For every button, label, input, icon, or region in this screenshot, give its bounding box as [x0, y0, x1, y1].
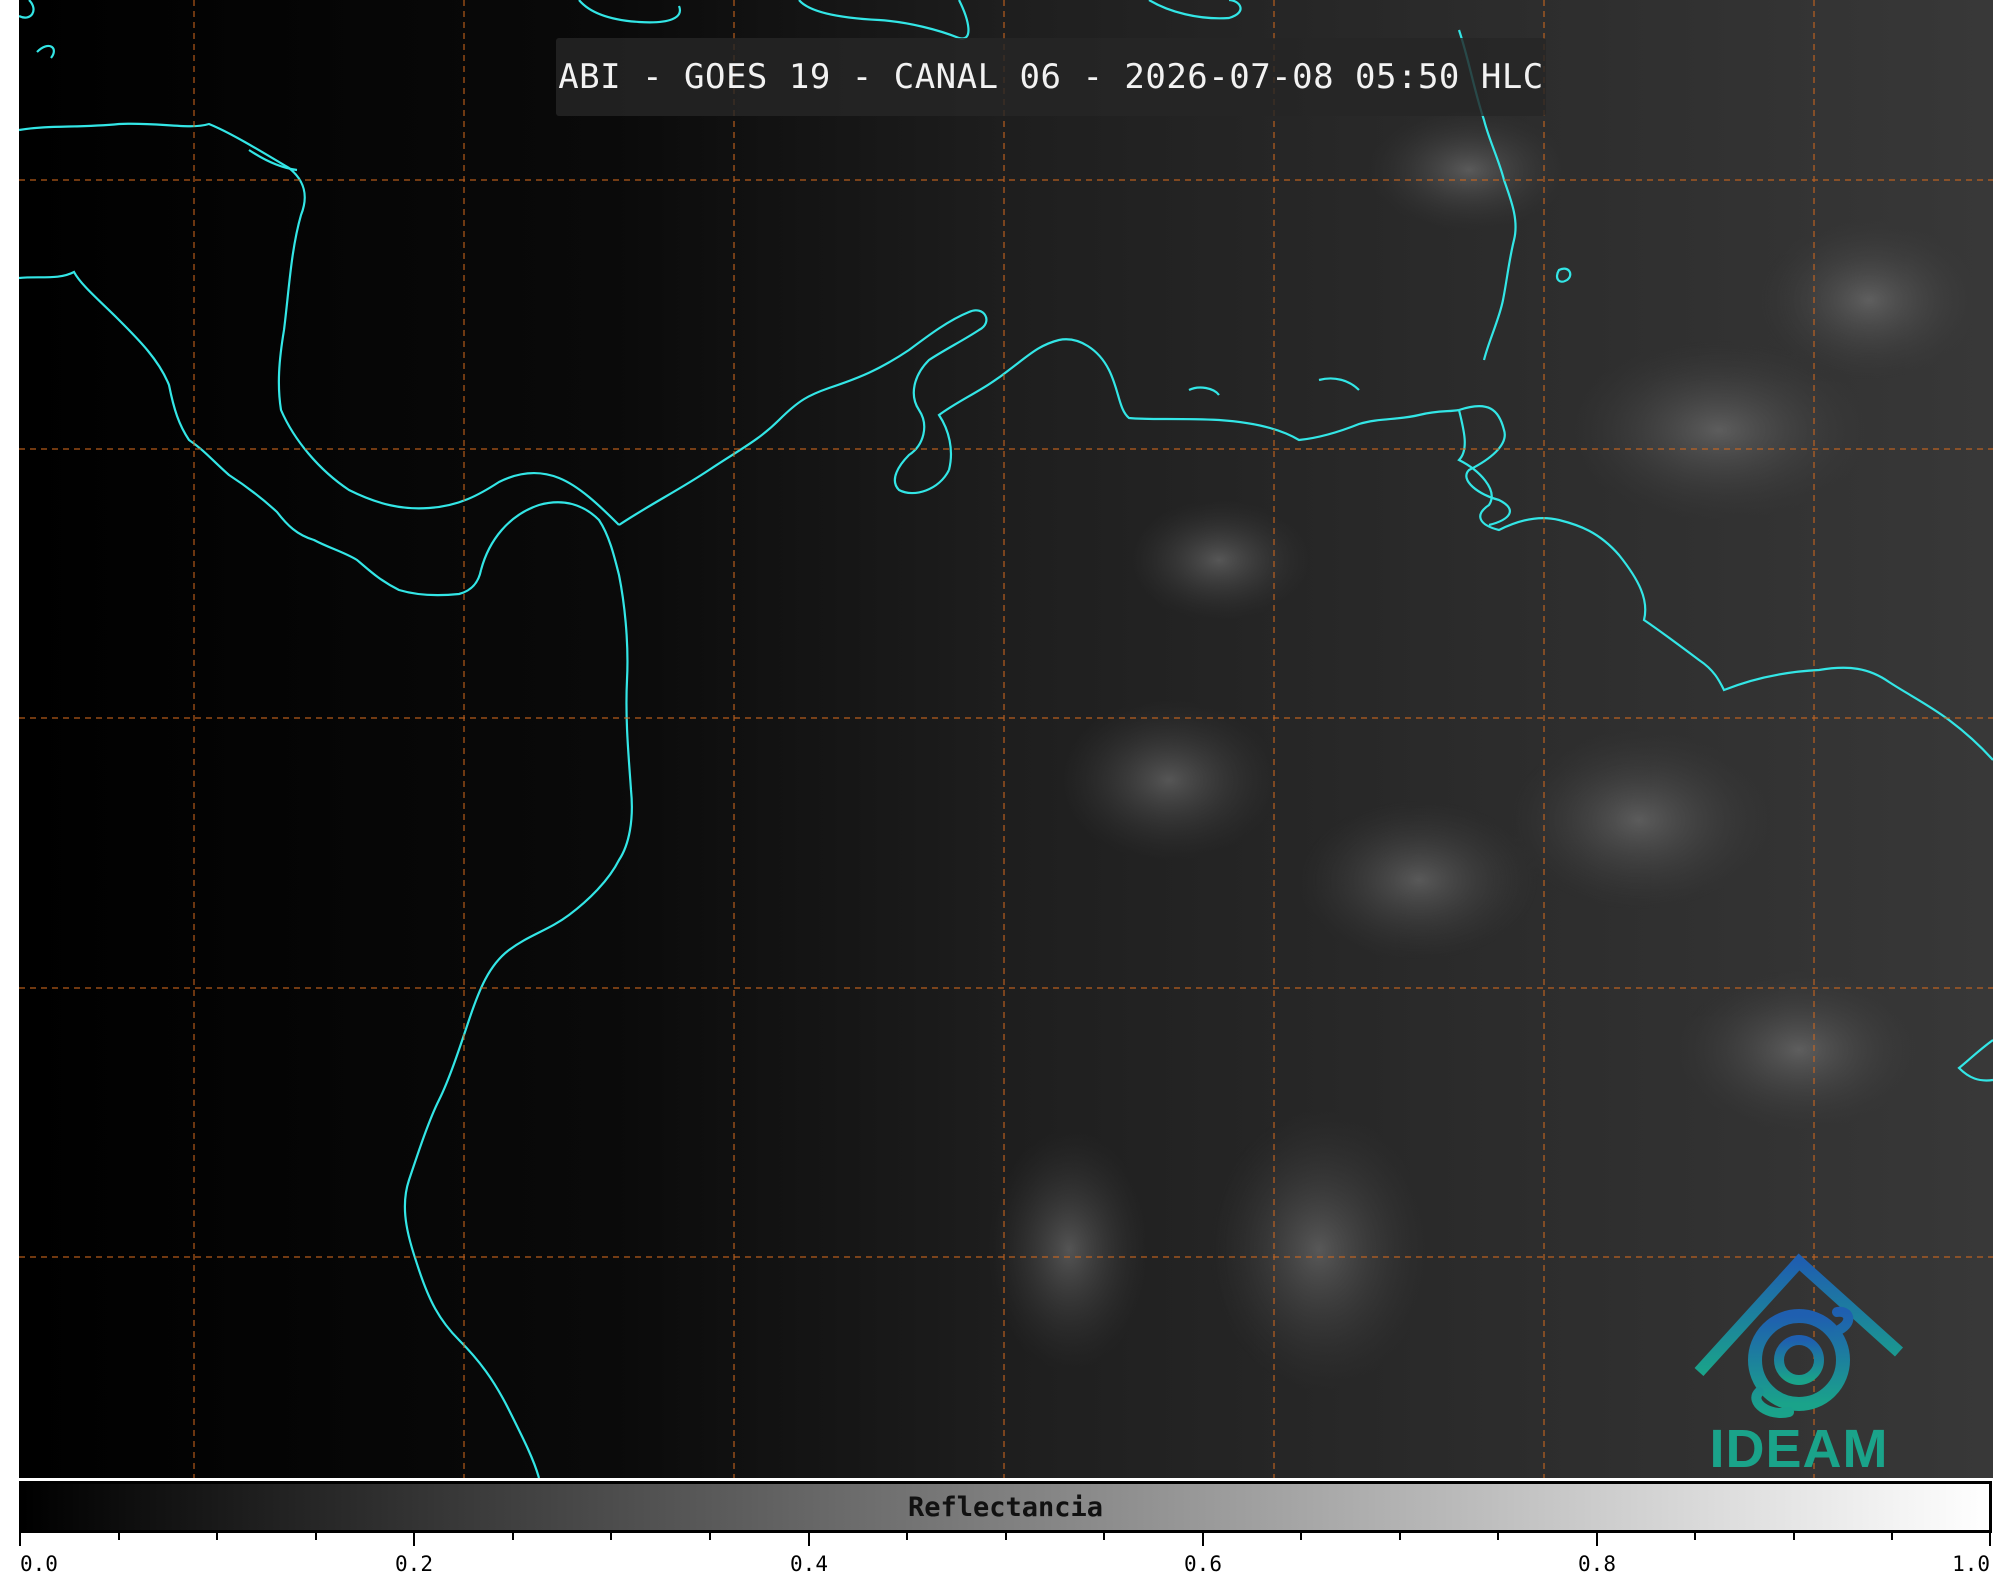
map-title: ABI - GOES 19 - CANAL 06 - 2026-07-08 05…	[558, 57, 1544, 97]
colorbar-tick-label: 0.4	[790, 1552, 828, 1576]
colorbar-tick-label: 0.0	[20, 1552, 58, 1576]
logo-text: IDEAM	[1709, 1419, 1889, 1478]
colorbar: Reflectancia	[19, 1481, 1992, 1533]
colorbar-ticks	[19, 1532, 1991, 1546]
colorbar-tick-label: 1.0	[1952, 1552, 1990, 1576]
colorbar-label: Reflectancia	[907, 1492, 1104, 1523]
title-box: ABI - GOES 19 - CANAL 06 - 2026-07-08 05…	[556, 38, 1546, 116]
colorbar-tick-label: 0.8	[1578, 1552, 1616, 1576]
colorbar-tick-label: 0.6	[1184, 1552, 1222, 1576]
ideam-logo: IDEAM	[1679, 1252, 1919, 1478]
ideam-emblem-icon	[1694, 1253, 1904, 1418]
satellite-map: ABI - GOES 19 - CANAL 06 - 2026-07-08 05…	[19, 0, 1993, 1478]
colorbar-tick-label: 0.2	[395, 1552, 433, 1576]
